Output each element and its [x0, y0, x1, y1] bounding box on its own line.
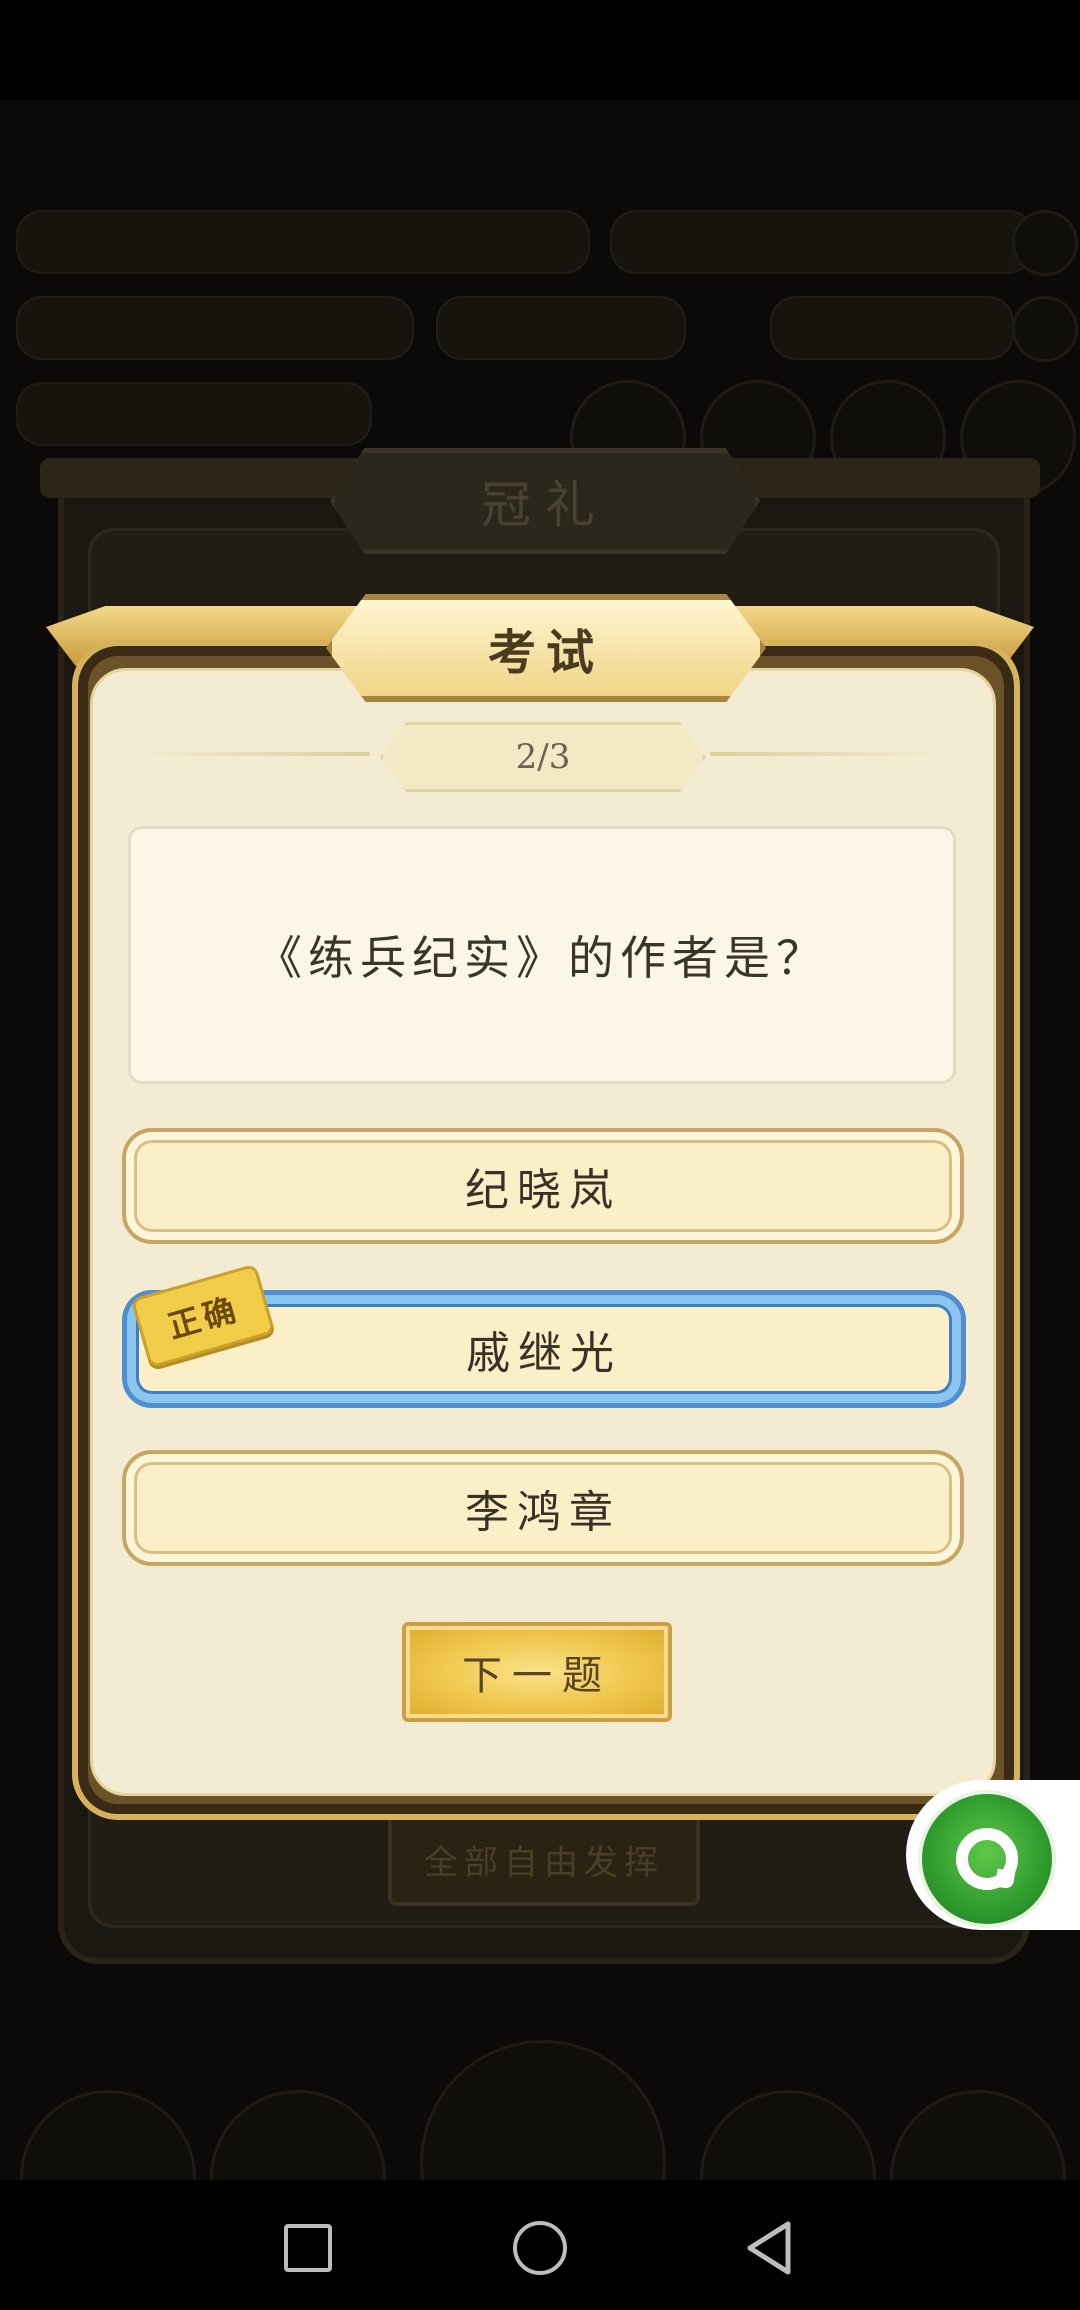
bg-info-bar — [610, 210, 1034, 274]
bg-info-bar — [16, 296, 414, 360]
correct-badge-label: 正确 — [163, 1289, 244, 1347]
back-dialog-title-plate: 冠礼 — [330, 448, 760, 554]
question-box: 《练兵纪实》的作者是？ — [128, 826, 956, 1084]
answer-option-3[interactable]: 李鸿章 — [122, 1450, 964, 1566]
dialog-title-plate: 考试 — [326, 594, 766, 702]
circle-home-icon[interactable] — [504, 2212, 576, 2284]
back-dialog-button-label: 全部自由发挥 — [424, 1842, 664, 1883]
next-question-button[interactable]: 下一题 — [402, 1622, 672, 1722]
triangle-back-icon[interactable] — [734, 2212, 806, 2284]
bg-info-bar — [436, 296, 686, 360]
next-question-label: 下一题 — [462, 1653, 612, 1699]
answer-option-label: 李鸿章 — [465, 1487, 621, 1538]
bg-help-icon — [1012, 210, 1078, 276]
progress-text: 2/3 — [515, 737, 571, 777]
back-dialog-button: 全部自由发挥 — [388, 1812, 700, 1906]
bg-info-bar — [16, 382, 372, 446]
screen: 冠礼 全部自由发挥 考试 2/3 《练兵纪实》的作者是？ 纪晓岚 戚继光 正确 … — [0, 0, 1080, 2310]
question-text: 《练兵纪实》的作者是？ — [256, 931, 828, 985]
dialog-title: 考试 — [487, 625, 604, 681]
assistant-bubble-icon[interactable] — [918, 1790, 1056, 1928]
bg-add-icon — [1012, 296, 1078, 362]
answer-option-1[interactable]: 纪晓岚 — [122, 1128, 964, 1244]
bg-info-bar — [770, 296, 1014, 360]
bg-info-bar — [16, 210, 590, 274]
answer-option-label: 纪晓岚 — [465, 1165, 621, 1216]
back-dialog-title: 冠礼 — [481, 476, 609, 534]
square-recent-icon[interactable] — [272, 2212, 344, 2284]
answer-option-label: 戚继光 — [466, 1328, 622, 1379]
progress-divider-right — [710, 752, 940, 756]
progress-divider-left — [140, 752, 370, 756]
progress-indicator: 2/3 — [380, 722, 706, 792]
